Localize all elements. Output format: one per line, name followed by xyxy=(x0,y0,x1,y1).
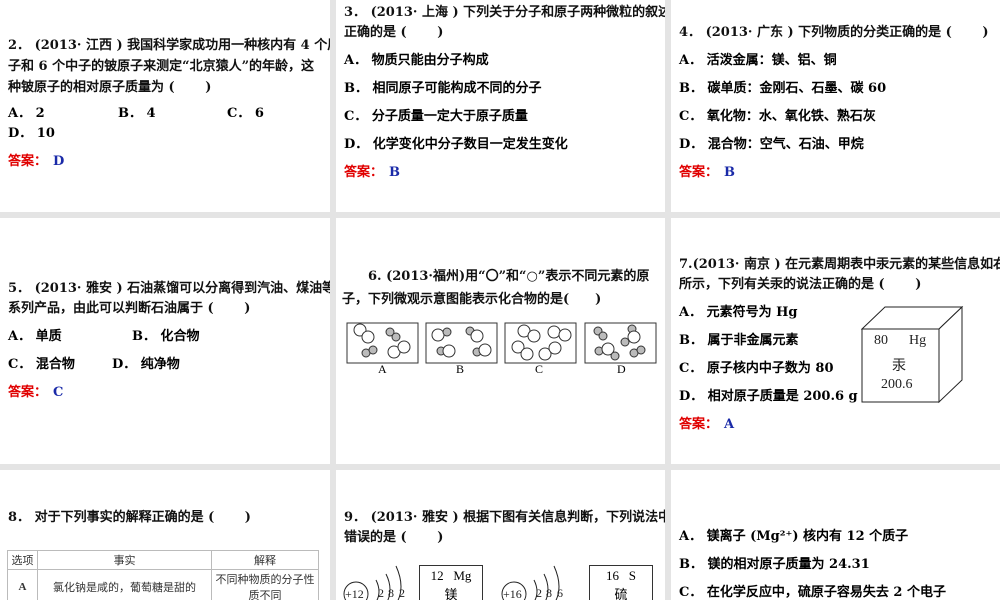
answer-value: D xyxy=(53,154,65,169)
option-d: D． 10 xyxy=(8,126,55,141)
s-element-box: 16 S 硫 xyxy=(589,565,653,600)
answer: 答案： A xyxy=(679,415,734,435)
question-text: 错误的是 ( ) xyxy=(344,530,444,545)
answer: 答案： D xyxy=(8,152,64,172)
answer-value: C xyxy=(53,385,64,400)
diagram-label-d: D xyxy=(617,362,626,376)
question-text: 9． (2013· 雅安 ) 根据下图有关信息判断，下列说法中 xyxy=(344,510,665,525)
s-shell: 6 xyxy=(557,586,563,600)
answer: 答案： C xyxy=(8,383,63,403)
option-a: A． 物质只能由分子构成 xyxy=(344,53,489,68)
panel-q2: 2． (2013· 江西 ) 我国科学家成功用一种核内有 4 个质 子和 6 个… xyxy=(0,0,330,212)
element-name: 汞 xyxy=(892,359,906,374)
mg-symbol: Mg xyxy=(453,568,472,583)
option-b: B． 碳单质：金刚石、石墨、碳 60 xyxy=(679,81,887,96)
option-d: D． 化学变化中分子数目一定发生变化 xyxy=(344,137,568,152)
answer-label: 答案： xyxy=(8,385,48,400)
panel-q7: 7.(2013· 南京 ) 在元素周期表中汞元素的某些信息如右图 所示，下列有关… xyxy=(671,218,1000,464)
answer: 答案： B xyxy=(679,163,735,183)
panel-q9: 9． (2013· 雅安 ) 根据下图有关信息判断，下列说法中 错误的是 ( )… xyxy=(336,470,665,600)
answer-label: 答案： xyxy=(679,417,719,432)
mg-shell: 2 xyxy=(399,586,405,600)
mg-element-box: 12 Mg 镁 xyxy=(419,565,483,600)
question-text: 7.(2013· 南京 ) 在元素周期表中汞元素的某些信息如右图 xyxy=(679,257,1000,272)
option-b: B． 相同原子可能构成不同的分子 xyxy=(344,81,542,96)
mg-name: 镁 xyxy=(444,587,458,600)
mg-shell: 2 xyxy=(378,586,384,600)
facts-table: 选项 事实 解释 A 氯化钠是咸的，葡萄糖是甜的 不同种物质的分子性质不同 xyxy=(7,550,319,600)
answer-value: B xyxy=(389,165,401,180)
question-text: 6. (2013·福州)用“〇”和“○”表示不同元素的原 xyxy=(368,269,650,284)
diagram-label-a: A xyxy=(378,362,387,376)
table-header: 解释 xyxy=(211,550,319,570)
question-text: 2． (2013· 江西 ) 我国科学家成功用一种核内有 4 个质 xyxy=(8,38,330,53)
question-text: 3． (2013· 上海 ) 下列关于分子和原子两种微粒的叙述 xyxy=(344,5,665,20)
s-shell: 2 xyxy=(536,586,542,600)
question-text: 8． 对于下列事实的解释正确的是 ( ) xyxy=(8,510,251,525)
answer: 答案： B xyxy=(344,163,400,183)
option-c: C． 氧化物：水、氧化铁、熟石灰 xyxy=(679,109,876,124)
diagram-label-b: B xyxy=(456,362,465,376)
panel-q5: 5． (2013· 雅安 ) 石油蒸馏可以分离得到汽油、煤油等 系列产品，由此可… xyxy=(0,218,330,464)
option-c: C． 原子核内中子数为 80 xyxy=(679,361,834,376)
option-d: D． 相对原子质量是 200.6 g xyxy=(679,389,858,404)
panel-q9-options: A． 镁离子 (Mg²⁺) 核内有 12 个质子 B． 镁的相对原子质量为 24… xyxy=(671,470,1000,600)
question-text: 4． (2013· 广东 ) 下列物质的分类正确的是 ( ) xyxy=(679,25,989,40)
diagram-label-c: C xyxy=(535,362,544,376)
option-c: C． 分子质量一定大于原子质量 xyxy=(344,109,528,124)
answer-label: 答案： xyxy=(344,165,384,180)
panel-q3: 3． (2013· 上海 ) 下列关于分子和原子两种微粒的叙述 正确的是 ( )… xyxy=(336,0,665,212)
question-text: 正确的是 ( ) xyxy=(344,25,444,40)
s-name: 硫 xyxy=(614,587,628,600)
element-number: 80 xyxy=(874,333,888,348)
question-text: 所示，下列有关汞的说法正确的是 ( ) xyxy=(679,277,922,292)
s-symbol: S xyxy=(628,568,636,583)
element-symbol: Hg xyxy=(909,333,927,348)
option-a: A． 元素符号为 Hg xyxy=(679,305,798,320)
question-text: 种铍原子的相对原子质量为 ( ) xyxy=(8,80,212,95)
option-c: C． 6 xyxy=(227,106,264,121)
answer-label: 答案： xyxy=(679,165,719,180)
table-header: 选项 xyxy=(7,550,38,570)
s-shell: 8 xyxy=(546,586,552,600)
element-cube xyxy=(861,306,964,404)
table-cell: 氯化钠是咸的，葡萄糖是甜的 xyxy=(37,569,212,600)
option-b: B． 属于非金属元素 xyxy=(679,333,799,348)
mg-nucleus: +12 xyxy=(345,587,364,600)
option-b: B． 4 xyxy=(118,106,156,121)
s-nucleus: +16 xyxy=(503,587,522,600)
panel-q4: 4． (2013· 广东 ) 下列物质的分类正确的是 ( ) A． 活泼金属：镁… xyxy=(671,0,1000,212)
option-a: A． 镁离子 (Mg²⁺) 核内有 12 个质子 xyxy=(679,529,909,544)
option-a: A． 单质 xyxy=(8,329,62,344)
mg-shell: 8 xyxy=(388,586,394,600)
s-number: 16 xyxy=(606,568,619,583)
panel-q6: 6. (2013·福州)用“〇”和“○”表示不同元素的原 子，下列微观示意图能表… xyxy=(336,218,665,464)
element-mass: 200.6 xyxy=(881,377,913,392)
question-text: 5． (2013· 雅安 ) 石油蒸馏可以分离得到汽油、煤油等 xyxy=(8,281,330,296)
mg-number: 12 xyxy=(430,568,444,583)
answer-value: A xyxy=(724,417,735,432)
option-a: A． 活泼金属：镁、铝、铜 xyxy=(679,53,837,68)
option-d: D． 混合物：空气、石油、甲烷 xyxy=(679,137,864,152)
table-row: A 氯化钠是咸的，葡萄糖是甜的 不同种物质的分子性质不同 xyxy=(7,569,319,600)
answer-value: B xyxy=(724,165,736,180)
panel-q8: 8． 对于下列事实的解释正确的是 ( ) 选项 事实 解释 A 氯化钠是咸的，葡萄糖是… xyxy=(0,470,330,600)
table-cell: 不同种物质的分子性质不同 xyxy=(211,569,319,600)
option-c: C． 在化学反应中，硫原子容易失去 2 个电子 xyxy=(679,585,946,600)
option-d: D． 纯净物 xyxy=(112,357,180,372)
option-c: C． 混合物 xyxy=(8,357,75,372)
option-b: B． 化合物 xyxy=(132,329,200,344)
question-text: 系列产品，由此可以判断石油属于 ( ) xyxy=(8,301,251,316)
question-text: 子，下列微观示意图能表示化合物的是( ) xyxy=(342,292,602,307)
question-text: 子和 6 个中子的铍原子来测定“北京猿人”的年龄，这 xyxy=(8,59,315,74)
answer-label: 答案： xyxy=(8,154,48,169)
table-header: 事实 xyxy=(37,550,212,570)
table-cell: A xyxy=(7,569,38,600)
option-a: A． 2 xyxy=(8,106,45,121)
option-b: B． 镁的相对原子质量为 24.31 xyxy=(679,557,870,572)
